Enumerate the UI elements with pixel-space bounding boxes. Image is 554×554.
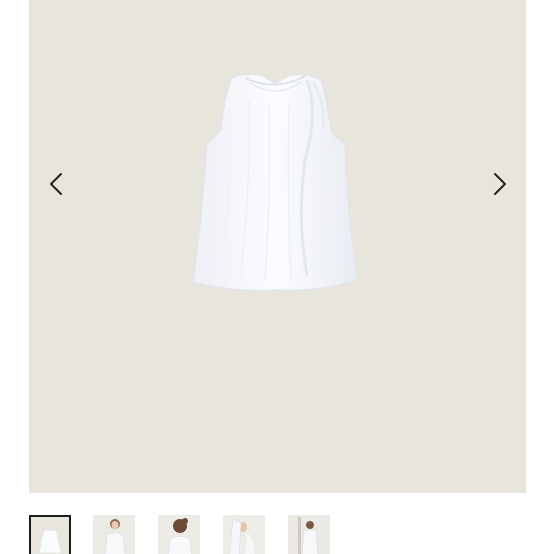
blouse-thumbnail-icon — [31, 517, 69, 554]
model-full-length-icon — [288, 515, 330, 554]
product-image-carousel[interactable] — [29, 0, 526, 493]
model-back-view-icon — [158, 515, 200, 554]
previous-image-button[interactable] — [43, 170, 69, 198]
model-side-detail-icon — [223, 515, 265, 554]
thumbnail-2[interactable] — [93, 515, 135, 554]
product-main-image — [192, 73, 358, 291]
thumbnail-4[interactable] — [223, 515, 265, 554]
thumbnail-1[interactable] — [29, 515, 71, 554]
product-gallery-page — [0, 0, 554, 554]
thumbnail-strip — [29, 515, 526, 554]
model-front-view-icon — [93, 515, 135, 554]
next-image-button[interactable] — [487, 170, 513, 198]
thumbnail-3[interactable] — [158, 515, 200, 554]
thumbnail-5[interactable] — [288, 515, 330, 554]
chevron-right-icon — [494, 173, 506, 195]
chevron-left-icon — [50, 173, 62, 195]
